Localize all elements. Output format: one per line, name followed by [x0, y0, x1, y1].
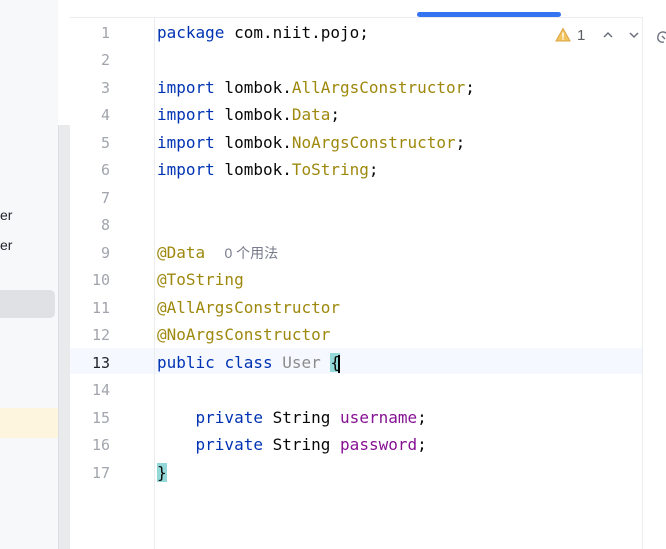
- import-package: lombok.: [214, 105, 292, 124]
- code-line-annotation[interactable]: @NoArgsConstructor: [157, 325, 330, 345]
- keyword-public: public: [157, 353, 215, 372]
- code-line-import[interactable]: import lombok.ToString;: [157, 160, 379, 180]
- semicolon: ;: [465, 78, 475, 97]
- chevron-down-icon[interactable]: [627, 28, 641, 42]
- import-class: AllArgsConstructor: [291, 78, 466, 97]
- project-panel: er er: [0, 0, 70, 549]
- line-number[interactable]: 2: [70, 50, 110, 70]
- code-line-import[interactable]: import lombok.AllArgsConstructor;: [157, 78, 475, 98]
- line-number[interactable]: 17: [70, 463, 110, 483]
- line-number[interactable]: 1: [70, 23, 110, 43]
- line-number[interactable]: 9: [70, 243, 110, 263]
- code-line-package[interactable]: package com.niit.pojo;: [157, 23, 369, 43]
- chevron-up-icon[interactable]: [601, 28, 615, 42]
- project-tree-selected-row[interactable]: [0, 290, 55, 318]
- line-number[interactable]: 7: [70, 188, 110, 208]
- annotation-tostring: @ToString: [157, 270, 244, 289]
- line-number[interactable]: 15: [70, 408, 110, 428]
- import-class: Data: [291, 105, 331, 124]
- code-line-close-brace[interactable]: }: [157, 463, 167, 483]
- code-line-annotation[interactable]: @AllArgsConstructor: [157, 298, 340, 318]
- code-line-class-declaration[interactable]: public class User {: [157, 353, 341, 373]
- line-number[interactable]: 3: [70, 78, 110, 98]
- gutter-divider: [154, 17, 155, 549]
- line-number[interactable]: 10: [70, 270, 110, 290]
- code-line-field[interactable]: private String password;: [157, 435, 427, 455]
- semicolon: ;: [417, 435, 427, 454]
- warning-count[interactable]: 1: [577, 27, 585, 44]
- package-name: com.niit.pojo;: [224, 23, 369, 42]
- import-package: lombok.: [214, 160, 292, 179]
- semicolon: ;: [455, 133, 466, 152]
- keyword-import: import: [157, 160, 215, 179]
- ai-assistant-icon[interactable]: [656, 30, 666, 44]
- code-line-import[interactable]: import lombok.NoArgsConstructor;: [157, 133, 465, 153]
- editor-right-divider: [642, 17, 643, 549]
- line-number[interactable]: 16: [70, 435, 110, 455]
- project-tree-item[interactable]: er: [0, 236, 12, 254]
- type-string: String: [272, 435, 331, 454]
- usage-hint[interactable]: 0 个用法: [224, 245, 278, 261]
- code-line-import[interactable]: import lombok.Data;: [157, 105, 340, 125]
- code-line-annotation[interactable]: @Data 0 个用法: [157, 243, 278, 263]
- code-line-field[interactable]: private String username;: [157, 408, 427, 428]
- warning-icon[interactable]: [555, 27, 571, 43]
- keyword-import: import: [157, 78, 215, 97]
- code-line-annotation[interactable]: @ToString: [157, 270, 244, 290]
- annotation-allargsconstructor: @AllArgsConstructor: [157, 298, 341, 317]
- line-number[interactable]: 4: [70, 105, 110, 125]
- field-password: password: [340, 435, 418, 454]
- active-tab-indicator: [417, 12, 561, 17]
- annotation-noargsconstructor: @NoArgsConstructor: [157, 325, 331, 344]
- semicolon: ;: [368, 160, 379, 179]
- current-line-highlight: [70, 348, 642, 374]
- close-brace-match: }: [157, 463, 167, 482]
- line-number[interactable]: 6: [70, 160, 110, 180]
- project-tree-item[interactable]: er: [0, 206, 12, 224]
- keyword-import: import: [157, 105, 215, 124]
- import-package: lombok.: [214, 78, 292, 97]
- semicolon: ;: [417, 408, 427, 427]
- line-number[interactable]: 8: [70, 215, 110, 235]
- line-number-current[interactable]: 13: [70, 353, 110, 373]
- keyword-class: class: [224, 353, 273, 372]
- class-name: User: [282, 353, 321, 372]
- line-number[interactable]: 11: [70, 298, 110, 318]
- import-class: NoArgsConstructor: [291, 133, 456, 152]
- text-caret: [338, 354, 341, 373]
- line-number[interactable]: 12: [70, 325, 110, 345]
- keyword-package: package: [157, 23, 225, 42]
- type-string: String: [272, 408, 331, 427]
- code-editor[interactable]: 1 2 3 4 5 6 7 8 9 10 11 12 13 14 15 16 1…: [70, 0, 643, 549]
- line-number[interactable]: 14: [70, 380, 110, 400]
- import-class: ToString: [291, 160, 369, 179]
- semicolon: ;: [330, 105, 341, 124]
- import-package: lombok.: [214, 133, 292, 152]
- keyword-private: private: [195, 408, 263, 427]
- annotation-data: @Data: [157, 243, 206, 262]
- keyword-private: private: [195, 435, 263, 454]
- line-number[interactable]: 5: [70, 133, 110, 153]
- keyword-import: import: [157, 133, 215, 152]
- field-username: username: [340, 408, 418, 427]
- inspection-widget[interactable]: 1: [555, 25, 641, 45]
